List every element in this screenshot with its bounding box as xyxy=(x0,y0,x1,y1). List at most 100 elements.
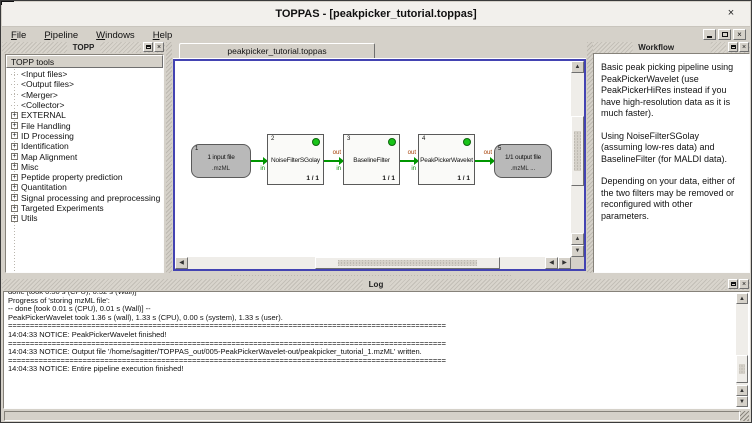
tree-item-utils[interactable]: +Utils xyxy=(6,213,163,223)
edge-out-label: out xyxy=(408,150,416,156)
status-led-green xyxy=(463,138,471,146)
menu-file[interactable]: File xyxy=(2,30,35,41)
pipeline-canvas[interactable]: 1 1 input file .mzML in 2 NoiseFilterSGo… xyxy=(173,59,586,271)
topp-dock-header[interactable]: TOPP × xyxy=(2,42,165,53)
tree-item-external[interactable]: +EXTERNAL xyxy=(6,110,163,120)
description-dock-header[interactable]: Workflow Description × xyxy=(593,42,750,53)
tree-item-collector[interactable]: <Collector> xyxy=(6,100,163,110)
scrollbar-thumb[interactable] xyxy=(315,257,500,269)
tree-item-map-alignment[interactable]: +Map Alignment xyxy=(6,151,163,161)
tree-item-identification[interactable]: +Identification xyxy=(6,141,163,151)
log-line: 14:04:33 NOTICE: Entire pipeline executi… xyxy=(8,365,735,374)
expand-icon[interactable]: + xyxy=(11,205,18,212)
tree-item-quantitation[interactable]: +Quantitation xyxy=(6,182,163,192)
scroll-up-icon[interactable]: ▲ xyxy=(736,293,748,304)
node-number: 3 xyxy=(347,136,350,142)
log-dock-header[interactable]: Log × xyxy=(2,279,750,290)
tree-item-misc[interactable]: +Misc xyxy=(6,162,163,172)
node-output-file[interactable]: 5 1/1 output file .mzML ... xyxy=(494,144,552,178)
log-panel[interactable]: done [took 0.50 s (CPU), 0.52 s (Wall)] … xyxy=(3,291,750,409)
expand-icon[interactable]: + xyxy=(11,132,18,139)
tree-item-signal-processing[interactable]: +Signal processing and preprocessing xyxy=(6,193,163,203)
node-input-file[interactable]: 1 1 input file .mzML xyxy=(191,144,251,178)
edge-line xyxy=(475,160,491,162)
expand-icon[interactable]: + xyxy=(11,112,18,119)
edge-input-to-noisefilter[interactable]: in xyxy=(251,154,267,168)
expand-icon[interactable]: + xyxy=(11,174,18,181)
expand-icon[interactable]: + xyxy=(11,122,18,129)
scrollbar-thumb[interactable] xyxy=(571,116,584,186)
tree-branch xyxy=(11,105,18,106)
node-peakpickerwavelet[interactable]: 4 PeakPickerWavelet 1 / 1 xyxy=(418,134,475,185)
description-dock-close-button[interactable]: × xyxy=(739,42,749,52)
workflow-description-panel[interactable]: Basic peak picking pipeline using PeakPi… xyxy=(593,53,750,273)
tree-branch xyxy=(11,84,18,85)
description-paragraph: Using NoiseFilterSGolay (assuming low-re… xyxy=(601,131,742,166)
topp-tools-header[interactable]: TOPP tools xyxy=(6,55,163,68)
splitter-horizontal[interactable] xyxy=(231,274,511,278)
mdi-restore-button[interactable] xyxy=(718,29,731,40)
edge-peakpicker-to-output[interactable]: out xyxy=(475,154,494,168)
menu-help[interactable]: Help xyxy=(144,30,182,41)
edge-out-label: out xyxy=(333,150,341,156)
tree-item-file-handling[interactable]: +File Handling xyxy=(6,120,163,130)
canvas-vertical-scrollbar[interactable]: ▲ ▲ ▼ xyxy=(571,61,584,257)
edge-noisefilter-to-baseline[interactable]: out in xyxy=(324,154,343,168)
scroll-left-icon[interactable]: ◀ xyxy=(175,257,188,269)
menu-pipeline[interactable]: Pipeline xyxy=(35,30,87,41)
tab-peakpicker-tutorial[interactable]: peakpicker_tutorial.toppas xyxy=(179,43,375,59)
status-message-field xyxy=(4,411,740,421)
log-text: done [took 0.50 s (CPU), 0.52 s (Wall)] … xyxy=(8,292,735,408)
status-led-green xyxy=(388,138,396,146)
pipeline-scene[interactable]: 1 1 input file .mzML in 2 NoiseFilterSGo… xyxy=(175,61,571,257)
node-noisefiltersgolay[interactable]: 2 NoiseFilterSGolay 1 / 1 xyxy=(267,134,324,185)
expand-icon[interactable]: + xyxy=(11,215,18,222)
expand-icon[interactable]: + xyxy=(11,184,18,191)
tree-item-input-files[interactable]: <Input files> xyxy=(6,69,163,79)
window-close-icon[interactable]: × xyxy=(724,7,738,19)
node-number: 1 xyxy=(195,146,198,152)
expand-icon[interactable]: + xyxy=(11,153,18,160)
scroll-right-icon[interactable]: ▶ xyxy=(558,257,571,269)
scroll-up-icon[interactable]: ▲ xyxy=(571,233,584,245)
scroll-up-icon[interactable]: ▲ xyxy=(736,385,748,396)
scroll-down-icon[interactable]: ▼ xyxy=(736,396,748,407)
float-icon xyxy=(146,45,151,49)
scrollbar-thumb[interactable] xyxy=(736,355,748,383)
menu-bar: File Pipeline Windows Help × xyxy=(2,28,750,42)
expand-icon[interactable]: + xyxy=(11,194,18,201)
scroll-up-icon[interactable]: ▲ xyxy=(571,61,584,73)
topp-tools-tree: <Input files> <Output files> <Merger> <C… xyxy=(6,69,163,272)
node-subtitle: .mzML ... xyxy=(495,166,551,172)
expand-icon[interactable]: + xyxy=(11,163,18,170)
resize-grip[interactable] xyxy=(740,411,749,421)
scroll-down-icon[interactable]: ▼ xyxy=(571,245,584,257)
tree-item-peptide-property-prediction[interactable]: +Peptide property prediction xyxy=(6,172,163,182)
log-dock-close-button[interactable]: × xyxy=(739,279,749,289)
node-baselinefilter[interactable]: 3 BaselineFilter 1 / 1 xyxy=(343,134,400,185)
tree-item-id-processing[interactable]: +ID Processing xyxy=(6,131,163,141)
mdi-close-button[interactable]: × xyxy=(733,29,746,40)
node-title: 1 input file xyxy=(192,154,250,161)
mdi-minimize-button[interactable] xyxy=(703,29,716,40)
mdi-window-buttons: × xyxy=(703,29,746,40)
expand-icon[interactable]: + xyxy=(11,143,18,150)
log-dock-float-button[interactable] xyxy=(728,279,738,289)
scroll-left-icon[interactable]: ◀ xyxy=(545,257,558,269)
edge-in-label: in xyxy=(336,166,341,172)
edge-baseline-to-peakpicker[interactable]: out in xyxy=(400,154,418,168)
topp-dock-close-button[interactable]: × xyxy=(154,42,164,52)
minimize-icon xyxy=(707,36,712,38)
title-bar: TOPPAS - [peakpicker_tutorial.toppas] × xyxy=(2,2,750,27)
app-window: TOPPAS - [peakpicker_tutorial.toppas] × … xyxy=(0,0,752,423)
menu-windows[interactable]: Windows xyxy=(87,30,144,41)
tree-item-output-files[interactable]: <Output files> xyxy=(6,79,163,89)
splitter-left[interactable] xyxy=(166,42,172,273)
topp-dock-float-button[interactable] xyxy=(143,42,153,52)
canvas-horizontal-scrollbar[interactable]: ◀ ◀ ▶ xyxy=(175,257,571,269)
tree-item-targeted-experiments[interactable]: +Targeted Experiments xyxy=(6,203,163,213)
tree-item-merger[interactable]: <Merger> xyxy=(6,90,163,100)
description-dock-float-button[interactable] xyxy=(728,42,738,52)
log-vertical-scrollbar[interactable]: ▲ ▲ ▼ xyxy=(736,293,748,407)
tree-branch xyxy=(11,94,18,95)
